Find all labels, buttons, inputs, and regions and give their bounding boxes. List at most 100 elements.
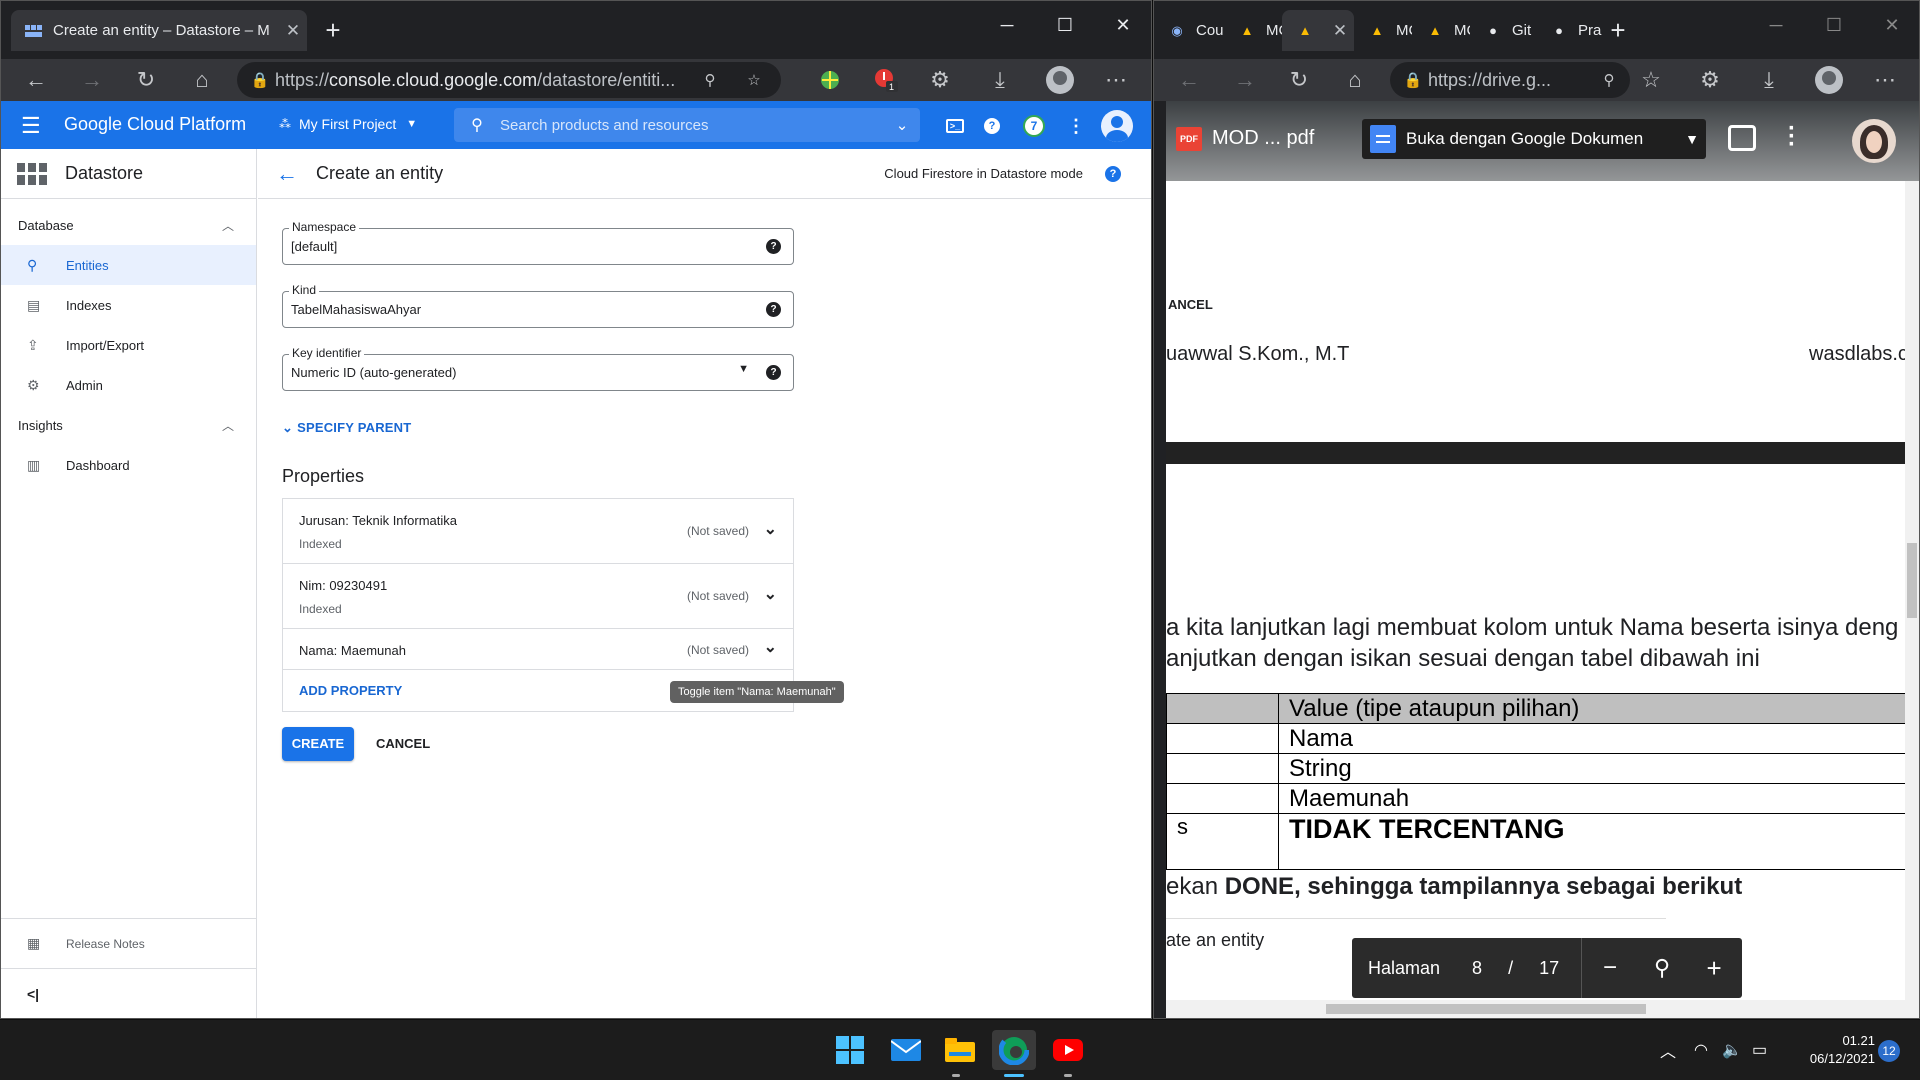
minimize-button[interactable]: ─ [987, 15, 1027, 36]
home-icon[interactable]: ⌂ [1340, 65, 1370, 95]
profile-avatar[interactable] [1045, 65, 1075, 95]
back-icon[interactable]: ← [1174, 65, 1204, 95]
print-icon[interactable] [1728, 125, 1756, 151]
user-avatar[interactable] [1852, 119, 1896, 163]
release-notes-link[interactable]: ▦ Release Notes [1, 918, 256, 968]
maximize-button[interactable]: ☐ [1814, 15, 1854, 36]
hamburger-menu-icon[interactable]: ☰ [21, 113, 41, 139]
browser-menu-icon[interactable]: ⋯ [1101, 65, 1131, 95]
reload-icon[interactable]: ↻ [131, 65, 161, 95]
close-window-button[interactable]: ✕ [1872, 15, 1912, 36]
page-current[interactable]: 8 [1472, 958, 1482, 979]
close-window-button[interactable]: ✕ [1103, 15, 1143, 36]
tab-github-2[interactable]: ● Pra [1536, 10, 1602, 51]
dropdown-arrow-icon[interactable]: ▼ [1678, 131, 1706, 147]
mail-icon[interactable] [884, 1030, 928, 1070]
kind-field[interactable]: Kind TabelMahasiswaAhyar ? [282, 283, 794, 328]
new-tab-button[interactable]: + [1602, 15, 1634, 46]
chevron-down-icon[interactable]: ⌄ [764, 637, 777, 657]
close-tab-icon[interactable]: ✕ [279, 21, 307, 41]
sidebar-item-dashboard[interactable]: ▥ Dashboard [1, 445, 256, 485]
edge-browser-icon[interactable] [992, 1030, 1036, 1070]
minimize-button[interactable]: ─ [1756, 15, 1796, 36]
close-tab-icon[interactable]: ✕ [1326, 21, 1354, 41]
reload-icon[interactable]: ↻ [1284, 65, 1314, 95]
tab-cou[interactable]: ◉ Cou [1154, 10, 1224, 51]
gcp-brand[interactable]: Google Cloud Platform [64, 114, 246, 135]
tab-drive-1[interactable]: ▲ MC [1224, 10, 1282, 51]
notification-badge[interactable]: 12 [1878, 1040, 1900, 1062]
open-with-google-docs-button[interactable]: Buka dengan Google Dokumen ▼ [1362, 119, 1706, 159]
property-row[interactable]: Nim: 09230491 Indexed (Not saved) ⌄ [283, 564, 793, 629]
section-database[interactable]: Database ︿ [1, 205, 256, 245]
section-insights[interactable]: Insights ︿ [1, 405, 256, 445]
address-bar[interactable]: 🔒 https://drive.g... ⚲ [1390, 62, 1630, 98]
help-icon[interactable]: ? [766, 365, 781, 380]
collapse-sidebar-button[interactable]: <| [1, 968, 256, 1018]
sidebar-item-admin[interactable]: ⚙ Admin [1, 365, 256, 405]
favorite-icon[interactable]: ☆ [1636, 65, 1666, 95]
forward-icon[interactable]: → [1230, 65, 1260, 95]
extensions-puzzle-icon[interactable]: ⚙ [925, 65, 955, 95]
browser-menu-icon[interactable]: ⋯ [1870, 65, 1900, 95]
more-vert-icon[interactable]: · · · [1786, 117, 1798, 157]
url-text: https://console.cloud.google.com/datasto… [275, 69, 676, 90]
search-bar[interactable]: ⚲ Search products and resources ⌄ [454, 108, 920, 142]
tab-drive-3[interactable]: ▲ MC [1412, 10, 1470, 51]
extension-globe-icon[interactable] [815, 65, 845, 95]
show-hidden-icons[interactable]: ︿ [1660, 1020, 1676, 1080]
property-row[interactable]: Jurusan: Teknik Informatika Indexed (Not… [283, 499, 793, 564]
cloud-shell-icon[interactable]: >_ [944, 115, 966, 137]
help-icon[interactable]: ? [1105, 165, 1121, 182]
extension-red-icon[interactable]: 1 [871, 65, 901, 95]
file-explorer-icon[interactable] [938, 1030, 982, 1070]
help-icon[interactable]: ? [766, 302, 781, 317]
key-identifier-select[interactable]: Key identifier Numeric ID (auto-generate… [282, 346, 794, 391]
help-icon[interactable]: ? [766, 239, 781, 254]
namespace-field[interactable]: Namespace [default] ? [282, 220, 794, 265]
sidebar-item-import-export[interactable]: ⇪ Import/Export [1, 325, 256, 365]
zoom-in-icon[interactable]: + [1686, 953, 1742, 984]
extensions-puzzle-icon[interactable]: ⚙ [1695, 65, 1725, 95]
download-icon[interactable]: ⤓ [985, 65, 1015, 95]
tab-github-1[interactable]: ● Git [1470, 10, 1536, 51]
download-icon[interactable]: ⤓ [1754, 65, 1784, 95]
search-expand-icon[interactable]: ⌄ [884, 116, 920, 134]
chevron-down-icon[interactable]: ⌄ [764, 519, 777, 539]
new-tab-button[interactable]: + [317, 15, 349, 46]
vertical-scrollbar[interactable] [1905, 181, 1919, 1018]
home-icon[interactable]: ⌂ [187, 65, 217, 95]
property-row[interactable]: Nama: Maemunah (Not saved) ⌄ [283, 629, 793, 670]
zoom-out-icon[interactable]: − [1582, 954, 1638, 982]
favorite-icon[interactable]: ☆ [739, 71, 769, 89]
tab-drive-2[interactable]: ▲ MC [1354, 10, 1412, 51]
windows-start-icon[interactable] [828, 1030, 872, 1070]
wifi-icon[interactable]: ◠ [1694, 1020, 1708, 1080]
system-clock[interactable]: 01.21 06/12/2021 [1765, 1032, 1875, 1068]
forward-icon[interactable]: → [77, 65, 107, 95]
tab-drive-active[interactable]: ▲ ✕ [1282, 10, 1354, 51]
notifications-badge[interactable]: 7 [1023, 115, 1045, 137]
back-icon[interactable]: ← [21, 65, 51, 95]
horizontal-scrollbar[interactable] [1166, 1000, 1905, 1018]
address-bar[interactable]: 🔒 https://console.cloud.google.com/datas… [237, 62, 781, 98]
magnifier-icon[interactable]: ⚲ [1638, 955, 1686, 981]
profile-avatar[interactable] [1814, 65, 1844, 95]
cancel-button[interactable]: CANCEL [376, 727, 430, 761]
project-selector[interactable]: ⁂ My First Project ▼ [279, 116, 417, 132]
help-icon[interactable]: ? [984, 118, 1000, 134]
account-avatar[interactable] [1101, 110, 1133, 142]
zoom-icon[interactable]: ⚲ [1594, 71, 1624, 89]
sidebar-item-entities[interactable]: ⚲ Entities [1, 245, 256, 285]
back-arrow-icon[interactable]: ← [258, 161, 316, 187]
volume-icon[interactable]: 🔈 [1722, 1020, 1742, 1080]
youtube-icon[interactable] [1046, 1030, 1090, 1070]
zoom-icon[interactable]: ⚲ [695, 71, 725, 89]
sidebar-item-indexes[interactable]: ▤ Indexes [1, 285, 256, 325]
create-button[interactable]: CREATE [282, 727, 354, 761]
chevron-down-icon[interactable]: ⌄ [764, 584, 777, 604]
tab-datastore[interactable]: Create an entity – Datastore – M ✕ [11, 10, 307, 51]
maximize-button[interactable]: ☐ [1045, 15, 1085, 36]
more-vert-icon[interactable]: ⋮ [1065, 115, 1087, 137]
specify-parent-toggle[interactable]: ⌄ SPECIFY PARENT [282, 420, 411, 436]
